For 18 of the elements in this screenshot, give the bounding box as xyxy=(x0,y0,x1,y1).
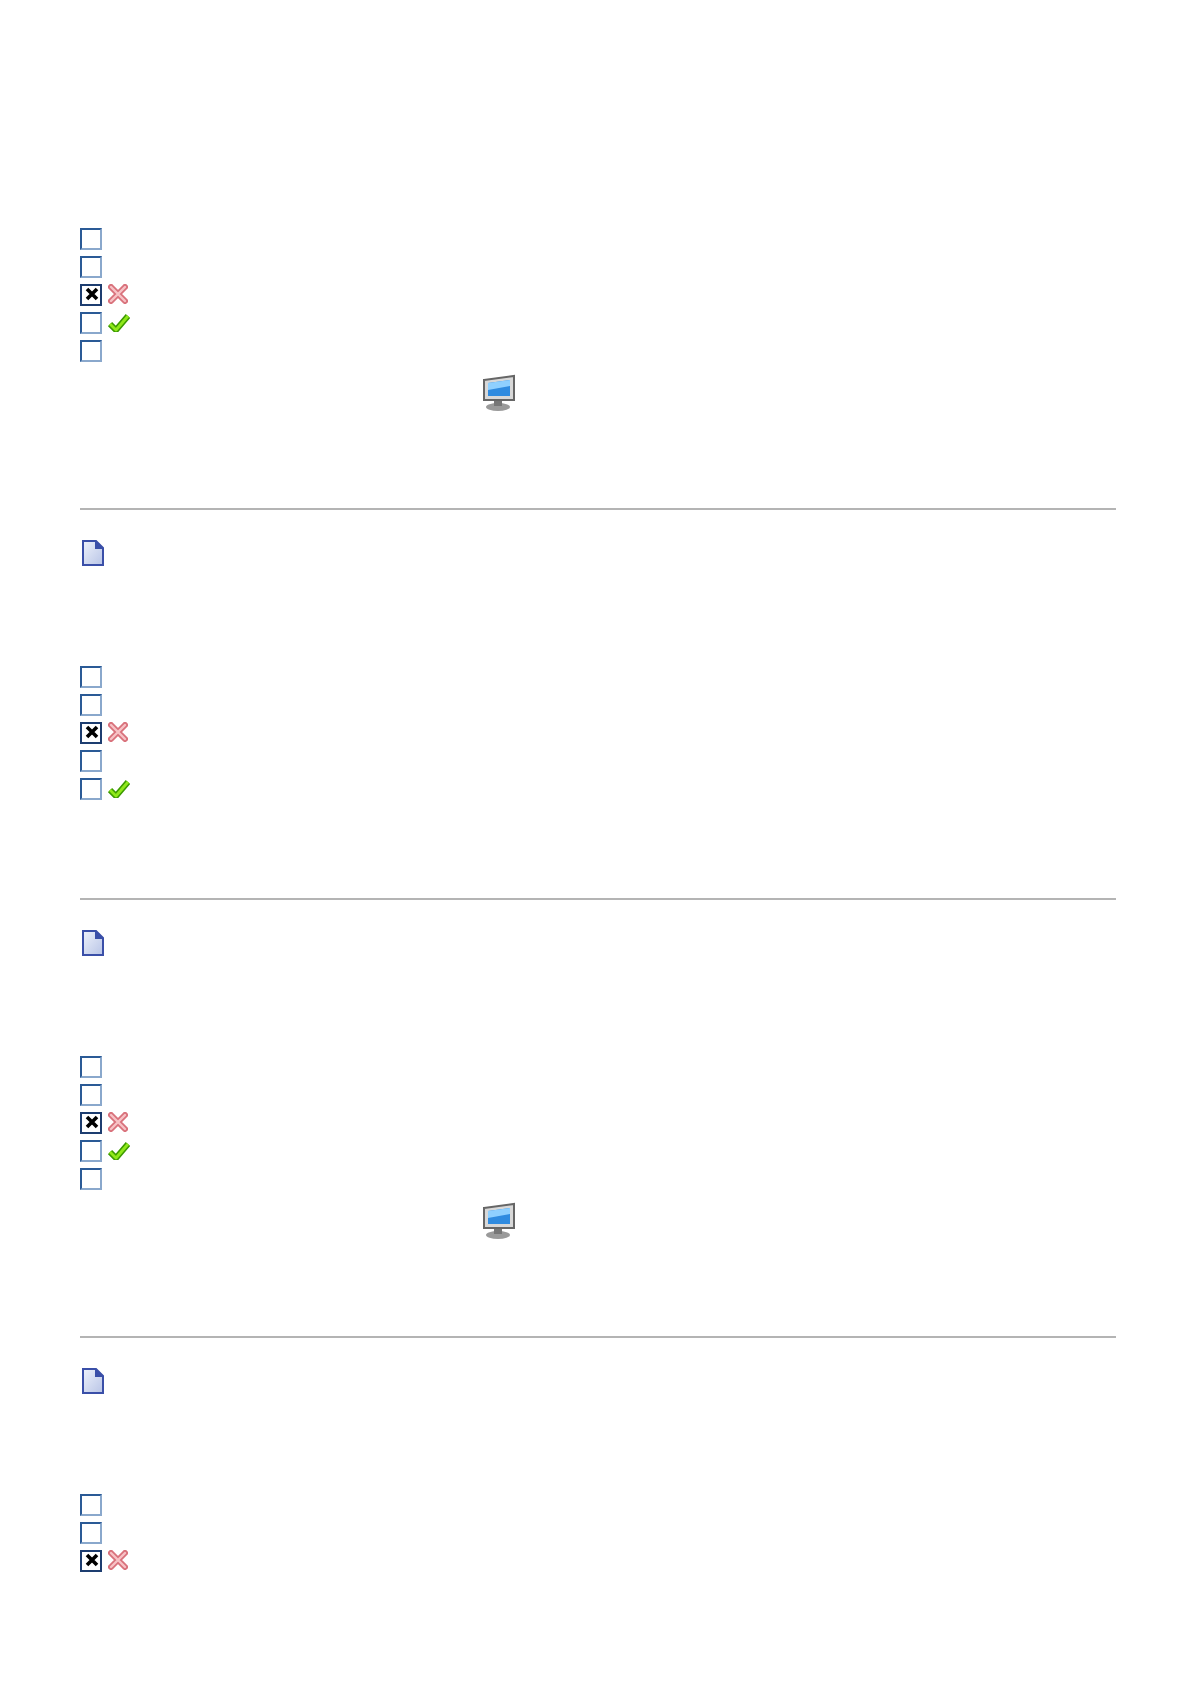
checkbox[interactable] xyxy=(80,777,102,799)
checkbox[interactable] xyxy=(80,1055,102,1077)
checkbox[interactable] xyxy=(80,1111,102,1133)
checkbox[interactable] xyxy=(80,227,102,249)
checkbox[interactable] xyxy=(80,721,102,743)
checkbox[interactable] xyxy=(80,749,102,771)
checkbox[interactable] xyxy=(80,1521,102,1543)
checkbox[interactable] xyxy=(80,1549,102,1571)
checkbox[interactable] xyxy=(80,693,102,715)
checkbox[interactable] xyxy=(80,1167,102,1189)
checkbox[interactable] xyxy=(80,1493,102,1515)
checkbox[interactable] xyxy=(80,339,102,361)
checkbox[interactable] xyxy=(80,1083,102,1105)
checkbox[interactable] xyxy=(80,283,102,305)
checkbox[interactable] xyxy=(80,665,102,687)
checkbox[interactable] xyxy=(80,311,102,333)
checkbox[interactable] xyxy=(80,1139,102,1161)
checkbox[interactable] xyxy=(80,255,102,277)
